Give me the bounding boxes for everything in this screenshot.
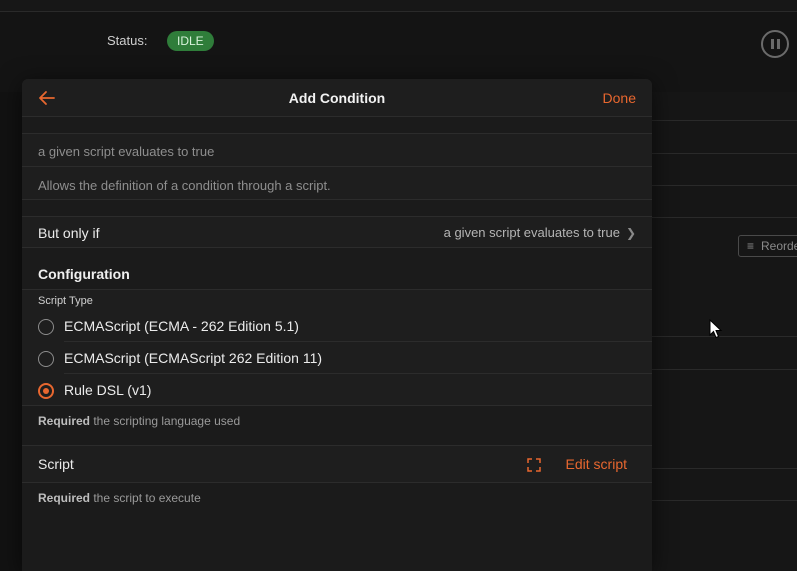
spacer [22, 117, 652, 133]
option-label: ECMAScript (ECMAScript 262 Edition 11) [64, 350, 323, 366]
background-divider [652, 336, 797, 337]
status-badge: IDLE [167, 31, 214, 51]
but-only-if-value-text: a given script evaluates to true [443, 225, 620, 240]
condition-name: a given script evaluates to true [22, 133, 652, 166]
radio-button[interactable] [38, 319, 54, 335]
fullscreen-icon[interactable] [527, 458, 541, 472]
but-only-if-label: But only if [38, 225, 100, 241]
script-type-label: Script Type [22, 290, 652, 310]
background-divider [652, 369, 797, 370]
pause-icon[interactable] [761, 30, 789, 58]
required-label: Required [38, 414, 91, 428]
reorder-button[interactable]: ≡ Reorder [738, 235, 797, 257]
condition-description: Allows the definition of a condition thr… [22, 166, 652, 200]
dialog-header: Add Condition Done [22, 79, 652, 117]
app-top-bar [0, 0, 797, 12]
background-divider [652, 120, 797, 121]
script-type-option-ecma51[interactable]: ECMAScript (ECMA - 262 Edition 5.1) [22, 310, 652, 342]
option-label: Rule DSL (v1) [64, 382, 152, 398]
hint-text: the script to execute [90, 491, 201, 505]
script-type-option-rule-dsl[interactable]: Rule DSL (v1) [22, 374, 652, 406]
but-only-if-value: a given script evaluates to true ❯ [444, 225, 636, 240]
background-divider [652, 153, 797, 154]
dialog-title: Add Condition [288, 90, 386, 106]
spacer [22, 200, 652, 216]
option-label: ECMAScript (ECMA - 262 Edition 5.1) [64, 318, 299, 334]
background-divider [652, 500, 797, 501]
script-label: Script [38, 456, 74, 472]
mouse-cursor-icon [709, 319, 723, 339]
list-icon: ≡ [747, 239, 755, 253]
chevron-right-icon: ❯ [625, 226, 636, 240]
configuration-title: Configuration [22, 248, 652, 290]
radio-button-selected[interactable] [38, 383, 54, 399]
background-divider [652, 468, 797, 469]
script-row: Script Edit script [22, 445, 652, 483]
script-hint: Required the script to execute [22, 483, 652, 505]
required-label: Required [38, 491, 91, 505]
but-only-if-row[interactable]: But only if a given script evaluates to … [22, 216, 652, 248]
add-condition-dialog: Add Condition Done a given script evalua… [22, 79, 652, 571]
edit-script-button[interactable]: Edit script [566, 456, 627, 472]
radio-button[interactable] [38, 351, 54, 367]
script-type-hint: Required the scripting language used [22, 406, 652, 428]
done-button[interactable]: Done [603, 90, 636, 106]
script-type-option-ecma11[interactable]: ECMAScript (ECMAScript 262 Edition 11) [22, 342, 652, 374]
hint-text: the scripting language used [90, 414, 241, 428]
reorder-label: Reorder [761, 239, 797, 253]
status-label: Status: [107, 33, 148, 48]
background-divider [652, 217, 797, 218]
background-divider [652, 185, 797, 186]
